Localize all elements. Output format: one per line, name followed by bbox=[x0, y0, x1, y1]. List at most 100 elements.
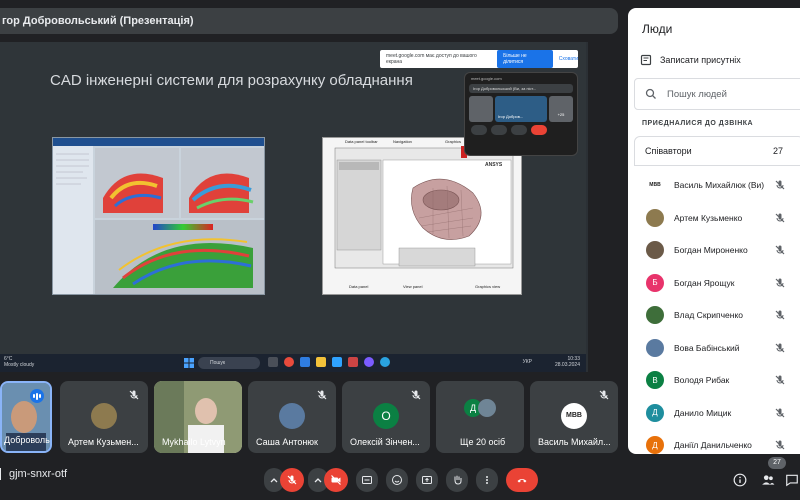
mic-off-icon bbox=[774, 407, 786, 419]
participant-tile-artem[interactable]: Артем Кузьмен... bbox=[60, 381, 148, 453]
chat-icon bbox=[786, 474, 798, 487]
avatar bbox=[279, 403, 305, 429]
present-button[interactable] bbox=[416, 468, 438, 492]
people-button[interactable] bbox=[756, 468, 780, 492]
cad-simulation-image-1 bbox=[52, 137, 265, 295]
participant-tile-vasyl[interactable]: MBB Василь Михайл... bbox=[530, 381, 618, 453]
chevron-up-icon bbox=[314, 478, 322, 483]
more-options-button[interactable] bbox=[476, 468, 498, 492]
search-icon bbox=[645, 88, 656, 99]
taskbar-weather: 6°C Mostly cloudy bbox=[4, 356, 35, 368]
people-list-item[interactable]: Д Данило Мицик bbox=[634, 398, 800, 428]
participant-name: Василь Михайл... bbox=[538, 437, 611, 447]
people-panel: Люди Записати присутніх Пошук людей ПРИЄ… bbox=[628, 8, 800, 454]
more-vertical-icon bbox=[486, 476, 488, 484]
cad-label-graphics: Graphics bbox=[445, 139, 462, 144]
mini-meet-controls bbox=[471, 125, 571, 135]
participant-tile-self[interactable]: Добровольс... bbox=[0, 381, 52, 453]
mini-tile-extra: +25 bbox=[549, 96, 573, 122]
phone-hangup-icon bbox=[517, 479, 527, 483]
leave-call-button[interactable] bbox=[506, 468, 538, 492]
person-name: Вова Бабінський bbox=[674, 342, 740, 353]
slide-title: CAD інженерні системи для розрахунку обл… bbox=[50, 72, 413, 89]
mic-off-icon bbox=[774, 244, 786, 256]
slide: CAD інженерні системи для розрахунку обл… bbox=[0, 42, 586, 354]
mic-off-icon bbox=[287, 475, 297, 485]
section-label: ПРИЄДНАЛИСЯ ДО ДЗВІНКА bbox=[642, 120, 754, 127]
mic-off-icon bbox=[774, 277, 786, 289]
mini-tile-main: Ігор Добров... bbox=[495, 96, 547, 122]
mini-meet-window[interactable]: meet.google.com Ігор Добровольський (Ви,… bbox=[464, 72, 578, 156]
avatar bbox=[646, 338, 664, 357]
avatar bbox=[646, 241, 664, 259]
screen-share-banner: meet.google.com має доступ до вашого екр… bbox=[380, 50, 578, 68]
record-attendance-button[interactable]: Записати присутніх bbox=[640, 54, 741, 66]
mic-off-icon bbox=[317, 390, 327, 400]
telegram-icon bbox=[380, 357, 390, 367]
mini-camera-button[interactable] bbox=[491, 125, 507, 135]
meeting-code: gjm-snxr-otf bbox=[0, 468, 67, 481]
person-name: Влад Скрипченко bbox=[674, 310, 744, 320]
participant-tile-oleksii[interactable]: О Олексій Зінчен... bbox=[342, 381, 430, 453]
hide-banner-link[interactable]: Сховати bbox=[559, 56, 578, 62]
people-count-badge: 27 bbox=[768, 457, 786, 469]
cad-label-ansys: ANSYS bbox=[485, 162, 503, 168]
participant-tile-more[interactable]: Д Ще 20 осіб bbox=[436, 381, 524, 453]
avatar bbox=[478, 399, 496, 417]
cad-label-data-panel-toolbar: Data panel toolbar bbox=[345, 139, 378, 144]
chrome-icon bbox=[284, 357, 294, 367]
cad-label-view-panel: View panel bbox=[403, 284, 423, 289]
mini-hand-button[interactable] bbox=[511, 125, 527, 135]
people-list-item[interactable]: Д Даніїл Данильченко bbox=[634, 430, 800, 454]
mic-off-icon bbox=[411, 390, 421, 400]
mini-meet-url: meet.google.com bbox=[471, 76, 502, 81]
chevron-up-icon bbox=[270, 478, 278, 483]
people-icon bbox=[762, 475, 775, 485]
stop-sharing-button[interactable]: Більше не ділитися bbox=[497, 50, 553, 68]
avatar: MBB bbox=[561, 403, 587, 429]
edge-icon bbox=[300, 357, 310, 367]
people-list-item[interactable]: В Володя Рибак bbox=[634, 365, 800, 395]
people-list-item[interactable]: Богдан Мироненко bbox=[634, 235, 800, 265]
mini-mic-button[interactable] bbox=[471, 125, 487, 135]
raise-hand-button[interactable] bbox=[446, 468, 468, 492]
participant-name: Артем Кузьмен... bbox=[68, 437, 139, 447]
person-name: Даніїл Данильченко bbox=[674, 440, 752, 450]
chat-button[interactable] bbox=[784, 468, 800, 492]
people-search-input[interactable]: Пошук людей bbox=[634, 78, 800, 110]
participant-name: Олексій Зінчен... bbox=[350, 437, 420, 447]
mini-tile bbox=[469, 96, 493, 122]
mic-toggle-button[interactable] bbox=[280, 468, 304, 492]
emoji-button[interactable] bbox=[386, 468, 408, 492]
collaborators-group[interactable]: Співавтори 27 bbox=[634, 136, 800, 166]
mini-leave-button[interactable] bbox=[531, 125, 547, 135]
participant-tile-mykhailo[interactable]: Mykhailo Lytvyn bbox=[154, 381, 242, 453]
panel-title: Люди bbox=[642, 22, 673, 36]
avatar: MBB bbox=[646, 176, 664, 194]
meeting-details-button[interactable] bbox=[728, 468, 752, 492]
emoji-icon bbox=[392, 475, 402, 485]
mic-off-icon bbox=[774, 439, 786, 451]
presenter-label: гор Добровольський (Презентація) bbox=[0, 8, 618, 34]
people-list-item[interactable]: MBB Василь Михайлюк (Ви) bbox=[634, 170, 800, 200]
person-name: Володя Рибак bbox=[674, 375, 730, 385]
people-list-item[interactable]: Вова Бабінський bbox=[634, 333, 800, 363]
cad-label-graphics-view: Graphics view bbox=[475, 284, 501, 289]
participant-tile-sasha[interactable]: Саша Антонюк bbox=[248, 381, 336, 453]
cad-ansys-image-2: Data panel toolbar Navigation Graphics A… bbox=[322, 137, 522, 295]
participant-name: Ще 20 осіб bbox=[460, 437, 506, 447]
mini-meet-name: Ігор Добровольський (Ви, за піст... bbox=[469, 84, 573, 93]
people-list-item[interactable]: Б Богдан Ярощук bbox=[634, 268, 800, 298]
bottom-bar: gjm-snxr-otf bbox=[0, 458, 800, 500]
captions-button[interactable] bbox=[356, 468, 378, 492]
people-list-item[interactable]: Влад Скрипченко bbox=[634, 300, 800, 330]
camera-toggle-button[interactable] bbox=[324, 468, 348, 492]
attendance-icon bbox=[640, 54, 652, 66]
people-list-item[interactable]: Артем Кузьменко bbox=[634, 203, 800, 233]
search-placeholder: Пошук людей bbox=[667, 88, 727, 100]
avatar bbox=[646, 306, 664, 324]
collaborators-label: Співавтори bbox=[645, 146, 692, 156]
mic-off-icon bbox=[774, 309, 786, 321]
info-icon bbox=[733, 473, 747, 487]
person-name: Артем Кузьменко bbox=[674, 212, 743, 223]
